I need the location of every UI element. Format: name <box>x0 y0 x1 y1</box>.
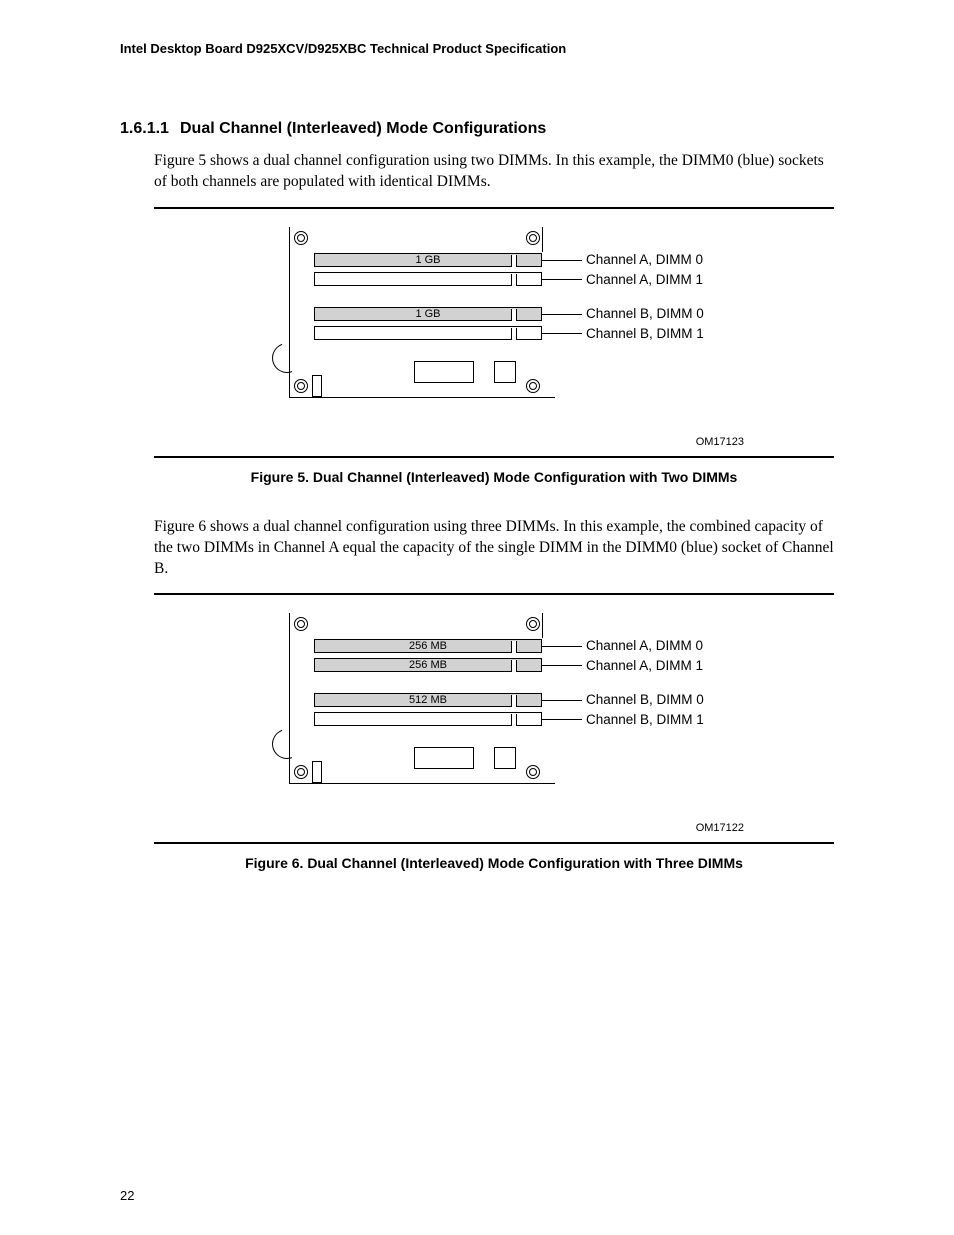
arc-icon <box>267 725 307 765</box>
figure-5-block: 1 GB 1 GB Channel A, DIMM 0 Channel A, D… <box>154 207 834 458</box>
screw-icon <box>526 617 540 631</box>
screw-icon <box>294 379 308 393</box>
figure-5-diagram: 1 GB 1 GB Channel A, DIMM 0 Channel A, D… <box>194 217 794 417</box>
paragraph-fig6-intro: Figure 6 shows a dual channel configurat… <box>154 517 834 580</box>
screw-icon <box>294 617 308 631</box>
page-header: Intel Desktop Board D925XCV/D925XBC Tech… <box>120 40 834 58</box>
slot-label: Channel B, DIMM 0 <box>586 305 704 323</box>
slot-label: Channel A, DIMM 1 <box>586 657 703 675</box>
dimm-slot-b1 <box>314 712 542 726</box>
section-title: Dual Channel (Interleaved) Mode Configur… <box>180 120 546 137</box>
screw-icon <box>526 231 540 245</box>
slot-label: Channel B, DIMM 0 <box>586 691 704 709</box>
dimm-slot-a1: 256 MB <box>314 658 542 672</box>
dimm-slot-b0: 1 GB <box>314 307 542 321</box>
figure-6-diagram: 256 MB 256 MB 512 MB Channel A, DIMM 0 C… <box>194 603 794 803</box>
dimm-slot-b0: 512 MB <box>314 693 542 707</box>
figure-id: OM17122 <box>154 803 834 838</box>
screw-icon <box>294 231 308 245</box>
figure-5-caption: Figure 5. Dual Channel (Interleaved) Mod… <box>154 468 834 487</box>
dimm-slot-a1 <box>314 272 542 286</box>
slot-label: Channel A, DIMM 1 <box>586 271 703 289</box>
dimm-slot-b1 <box>314 326 542 340</box>
figure-id: OM17123 <box>154 417 834 452</box>
slot-label: Channel B, DIMM 1 <box>586 325 704 343</box>
page-number: 22 <box>120 1187 134 1205</box>
dimm-slot-a0: 256 MB <box>314 639 542 653</box>
figure-6-block: 256 MB 256 MB 512 MB Channel A, DIMM 0 C… <box>154 593 834 844</box>
figure-6-caption: Figure 6. Dual Channel (Interleaved) Mod… <box>154 854 834 873</box>
section-heading: 1.6.1.1Dual Channel (Interleaved) Mode C… <box>120 118 834 140</box>
screw-icon <box>526 765 540 779</box>
dimm-slot-a0: 1 GB <box>314 253 542 267</box>
screw-icon <box>526 379 540 393</box>
section-number: 1.6.1.1 <box>120 118 180 140</box>
slot-label: Channel A, DIMM 0 <box>586 251 703 269</box>
screw-icon <box>294 765 308 779</box>
arc-icon <box>267 338 307 378</box>
paragraph-fig5-intro: Figure 5 shows a dual channel configurat… <box>154 151 834 193</box>
slot-label: Channel B, DIMM 1 <box>586 711 704 729</box>
slot-label: Channel A, DIMM 0 <box>586 637 703 655</box>
